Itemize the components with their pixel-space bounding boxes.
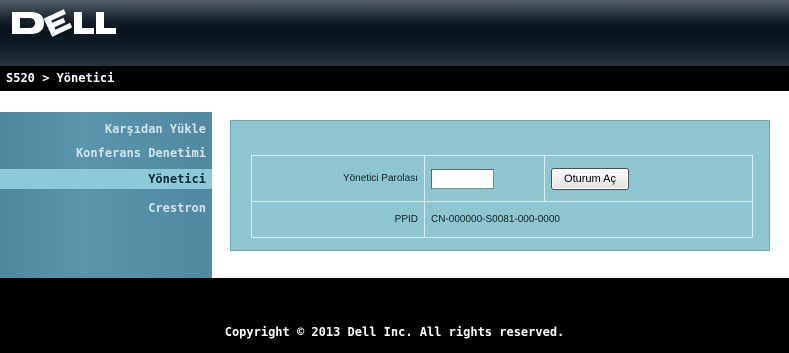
sidebar-item-conference-control[interactable]: Konferans Denetimi: [0, 143, 212, 163]
admin-login-panel: Yönetici Parolası Oturum Aç PPID CN-0000…: [230, 120, 770, 251]
ppid-value: CN-000000-S0081-000-0000: [424, 201, 753, 238]
login-form-table: Yönetici Parolası Oturum Aç PPID CN-0000…: [251, 155, 753, 238]
login-button[interactable]: Oturum Aç: [551, 167, 629, 190]
login-cell: Oturum Aç: [544, 155, 753, 202]
breadcrumb: S520 > Yönetici: [0, 66, 789, 91]
footer: Copyright © 2013 Dell Inc. All rights re…: [0, 278, 789, 353]
ppid-label: PPID: [251, 201, 425, 238]
password-input[interactable]: [431, 168, 494, 189]
password-row: Yönetici Parolası Oturum Aç: [251, 155, 753, 202]
divider: [0, 91, 789, 92]
sidebar-item-admin[interactable]: Yönetici: [0, 169, 212, 189]
password-cell: [424, 155, 545, 202]
ppid-row: PPID CN-000000-S0081-000-0000: [251, 201, 753, 238]
sidebar-item-download[interactable]: Karşıdan Yükle: [0, 119, 212, 139]
dell-logo: [12, 9, 116, 37]
sidebar-item-crestron[interactable]: Crestron: [0, 198, 212, 218]
sidebar-nav: Karşıdan Yükle Konferans Denetimi Yöneti…: [0, 112, 212, 278]
password-label: Yönetici Parolası: [251, 155, 425, 202]
copyright-text: Copyright © 2013 Dell Inc. All rights re…: [224, 325, 565, 339]
header-banner: [0, 0, 789, 66]
